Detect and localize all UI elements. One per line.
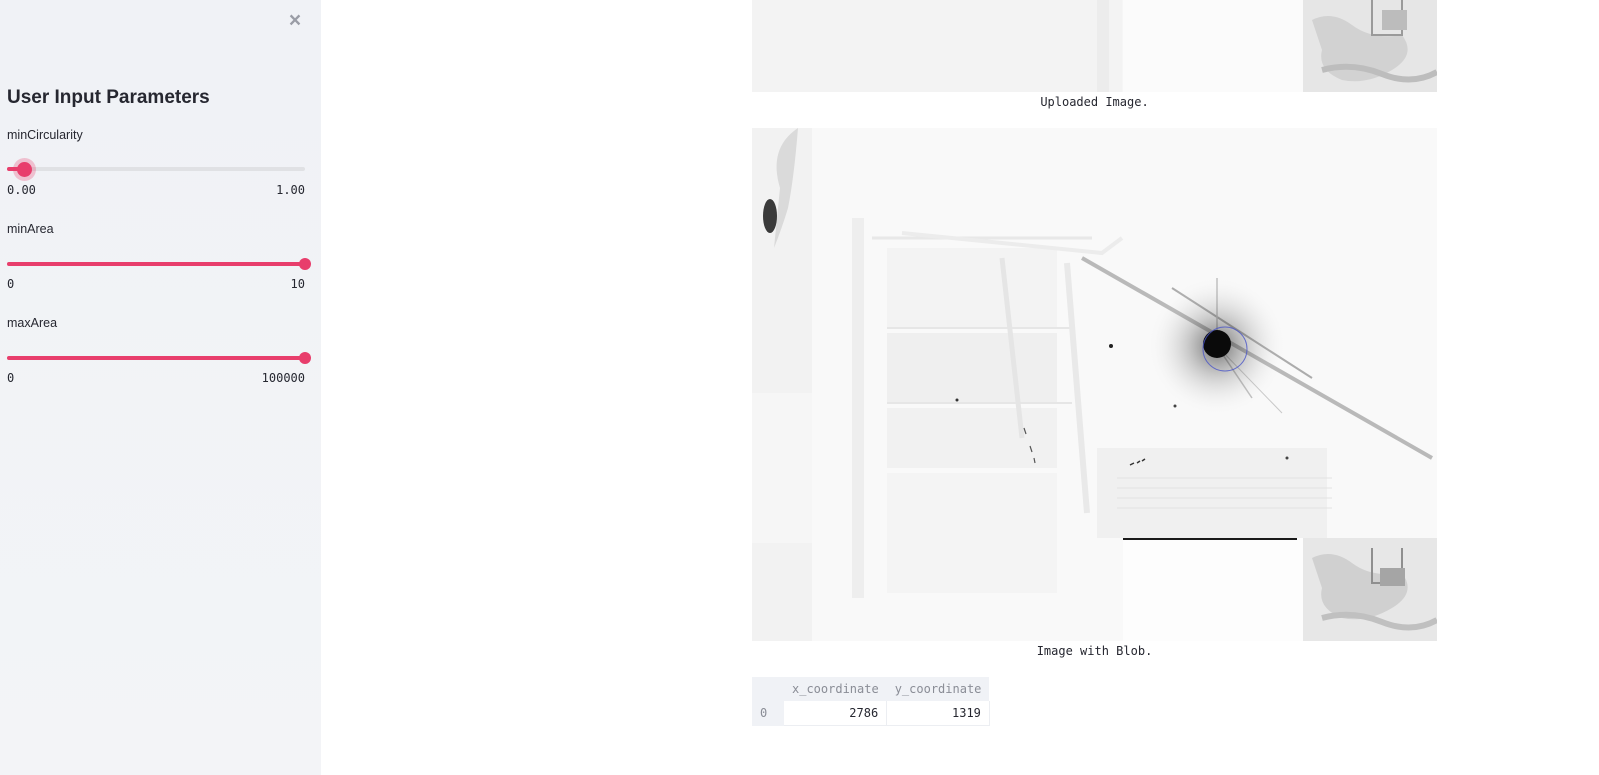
param-label-max-area: maxArea [7,316,58,330]
row-index: 0 [752,701,784,726]
slider-max-label: 1.00 [276,183,305,197]
table-row: 0 2786 1319 [752,701,990,726]
slider-min-label: 0.00 [7,183,36,197]
slider-max-area[interactable] [7,352,311,364]
close-sidebar-button[interactable]: × [284,8,306,34]
slider-min-circularity[interactable] [7,161,305,177]
slider-min-label: 0 [7,277,15,291]
uploaded-image-graphic [752,0,1437,92]
slider-fill [7,356,305,360]
column-header-y: y_coordinate [886,677,990,701]
table-header-row: x_coordinate y_coordinate [752,677,990,701]
param-label-min-circularity: minCircularity [7,128,83,142]
column-header-x: x_coordinate [784,677,887,701]
slider-fill [7,262,305,266]
slider-thumb[interactable] [299,258,311,270]
uploaded-image [752,0,1437,92]
slider-max-label: 100000 [261,371,305,385]
close-icon: × [288,9,302,32]
blob-image [752,128,1437,641]
index-header [752,677,784,701]
blob-image-graphic [752,128,1437,641]
slider-min-area[interactable] [7,258,311,270]
slider-max-label: 10 [290,277,305,291]
sidebar-title: User Input Parameters [7,87,210,108]
slider-thumb[interactable] [299,352,311,364]
slider-thumb[interactable] [17,161,33,177]
slider-min-label: 0 [7,371,15,385]
param-label-min-area: minArea [7,222,54,236]
uploaded-image-caption: Uploaded Image. [1040,95,1149,109]
coordinates-table: x_coordinate y_coordinate 0 2786 1319 [752,677,990,726]
x-coordinate-cell: 2786 [784,701,888,726]
blob-image-caption: Image with Blob. [1036,644,1153,658]
y-coordinate-cell: 1319 [886,701,990,726]
sidebar: × User Input Parameters minCircularity 0… [0,0,321,775]
